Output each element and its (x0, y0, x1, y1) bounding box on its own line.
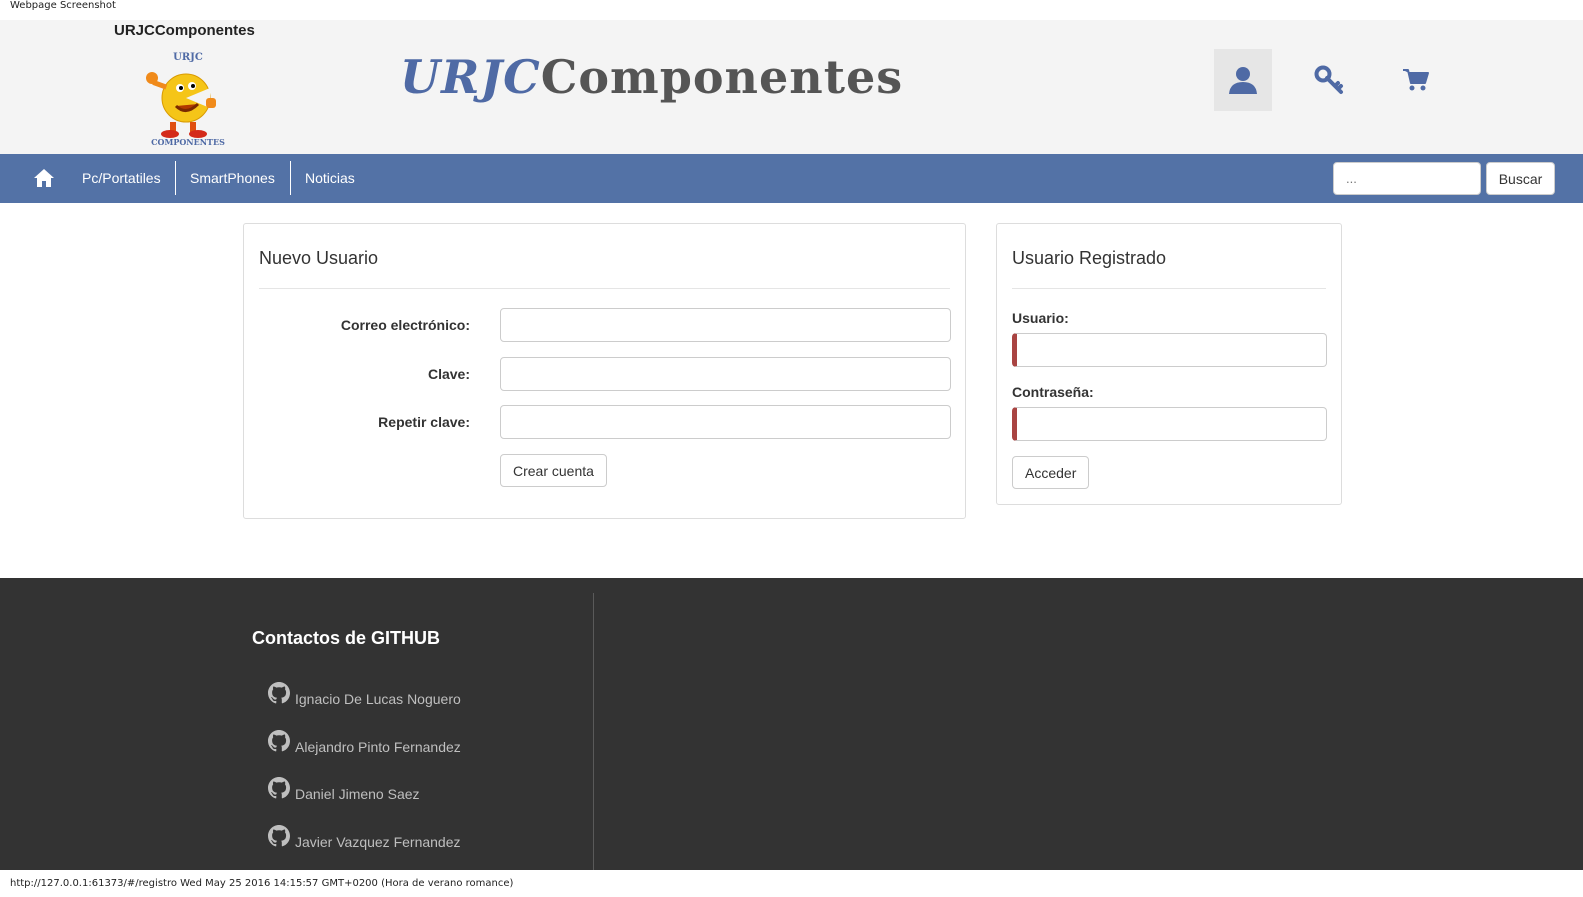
github-icon (268, 825, 290, 847)
divider (259, 288, 950, 289)
svg-text:COMPONENTES: COMPONENTES (151, 137, 225, 146)
contact-name: Ignacio De Lucas Noguero (295, 691, 461, 707)
nav-item-noticias[interactable]: Noticias (290, 161, 370, 195)
main-navbar: Pc/Portatiles SmartPhones Noticias Busca… (0, 154, 1583, 203)
contact-link[interactable]: Alejandro Pinto Fernandez (267, 729, 461, 755)
password-field[interactable] (500, 357, 951, 391)
brand-part-urjc: URJC (400, 50, 541, 104)
footer-divider (593, 593, 594, 870)
contact-link[interactable]: Daniel Jimeno Saez (267, 776, 420, 802)
password-label: Clave: (427, 366, 470, 382)
search-button[interactable]: Buscar (1486, 162, 1555, 195)
email-field[interactable] (500, 308, 951, 342)
registered-user-panel: Usuario Registrado Usuario: Contraseña: … (996, 223, 1342, 505)
brand-title: URJCComponentes (400, 50, 903, 104)
home-icon (34, 169, 54, 187)
contact-name: Javier Vazquez Fernandez (295, 834, 461, 850)
brand-part-componentes: Componentes (540, 50, 904, 104)
status-line: http://127.0.0.1:61373/#/registro Wed Ma… (10, 878, 514, 889)
login-key-button[interactable] (1300, 49, 1358, 111)
username-label: Usuario: (1012, 310, 1069, 326)
contact-name: Daniel Jimeno Saez (295, 786, 420, 802)
registered-user-title: Usuario Registrado (1012, 248, 1167, 268)
cart-button[interactable] (1387, 49, 1445, 111)
user-icon (1229, 67, 1257, 94)
email-label: Correo electrónico: (340, 317, 470, 333)
site-header: URJCComponentes URJC COMPONENTES URJCCom… (0, 20, 1583, 154)
site-name: URJCComponentes (114, 22, 255, 39)
nav-item-smartphones[interactable]: SmartPhones (175, 161, 290, 195)
divider (1012, 288, 1326, 289)
key-icon (1314, 65, 1343, 94)
new-user-panel: Nuevo Usuario Correo electrónico: Clave:… (243, 223, 966, 519)
repeat-password-field[interactable] (500, 405, 951, 439)
create-account-button[interactable]: Crear cuenta (500, 454, 607, 487)
screenshot-label: Webpage Screenshot (10, 0, 116, 11)
github-icon (268, 777, 290, 799)
search-input[interactable] (1333, 162, 1481, 195)
cart-icon (1403, 69, 1429, 91)
contact-name: Alejandro Pinto Fernandez (295, 739, 461, 755)
user-button[interactable] (1214, 49, 1272, 111)
login-password-field[interactable] (1012, 407, 1327, 441)
github-icon (268, 730, 290, 752)
repeat-password-label: Repetir clave: (378, 414, 470, 430)
username-field[interactable] (1012, 333, 1327, 367)
new-user-title: Nuevo Usuario (259, 248, 379, 268)
site-footer: Contactos de GITHUB Ignacio De Lucas Nog… (0, 578, 1583, 870)
login-password-label: Contraseña: (1012, 384, 1094, 400)
contacts-title: Contactos de GITHUB (252, 628, 441, 648)
nav-item-pc-portatiles[interactable]: Pc/Portatiles (67, 161, 176, 195)
pacman-mascot-logo[interactable]: URJC COMPONENTES (140, 50, 236, 146)
home-link[interactable] (30, 166, 58, 190)
svg-text:URJC: URJC (173, 52, 203, 63)
contact-link[interactable]: Ignacio De Lucas Noguero (267, 681, 461, 707)
contact-link[interactable]: Javier Vazquez Fernandez (267, 824, 461, 850)
github-icon (268, 682, 290, 704)
login-button[interactable]: Acceder (1012, 456, 1090, 489)
